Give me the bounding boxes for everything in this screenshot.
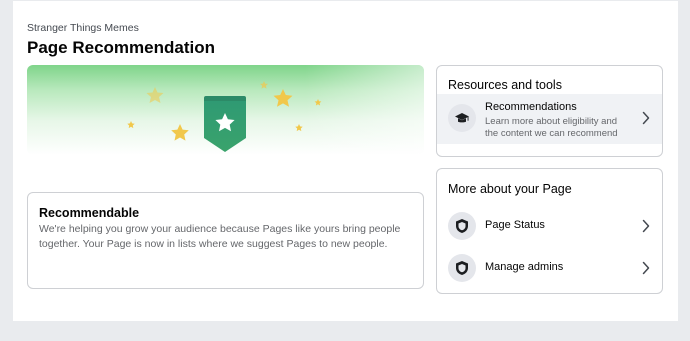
resources-title: Resources and tools [448, 78, 562, 92]
chevron-right-icon [642, 261, 650, 275]
recommendations-link[interactable]: Recommendations Learn more about eligibi… [437, 94, 662, 144]
shield-icon [448, 254, 476, 282]
resources-and-tools-panel: Resources and tools Recommendations Lear… [436, 65, 663, 157]
chevron-right-icon [642, 219, 650, 233]
manage-admins-link[interactable]: Manage admins [437, 244, 662, 294]
chevron-right-icon [642, 111, 650, 125]
recommendations-description: Learn more about eligibility and the con… [485, 116, 618, 139]
more-about-title: More about your Page [448, 182, 572, 196]
star-icon [260, 81, 268, 89]
page-status-label: Page Status [485, 219, 545, 231]
badge-icon [204, 96, 246, 152]
page-recommendation-card: Stranger Things Memes Page Recommendatio… [13, 1, 678, 321]
recommendable-title: Recommendable [39, 206, 140, 220]
hero-banner [27, 65, 424, 155]
recommendation-badge-illustration [127, 81, 322, 152]
page-name: Stranger Things Memes [27, 22, 139, 34]
page-title: Page Recommendation [27, 38, 215, 57]
graduation-cap-icon [448, 104, 476, 132]
manage-admins-label: Manage admins [485, 261, 564, 273]
star-icon [146, 87, 164, 103]
shield-icon [448, 212, 476, 240]
more-about-page-panel: More about your Page Page Status Manage [436, 168, 663, 294]
recommendable-description: We're helping you grow your audience bec… [39, 223, 401, 250]
recommendations-label: Recommendations [485, 101, 577, 113]
recommendable-panel: Recommendable We're helping you grow you… [27, 192, 424, 289]
